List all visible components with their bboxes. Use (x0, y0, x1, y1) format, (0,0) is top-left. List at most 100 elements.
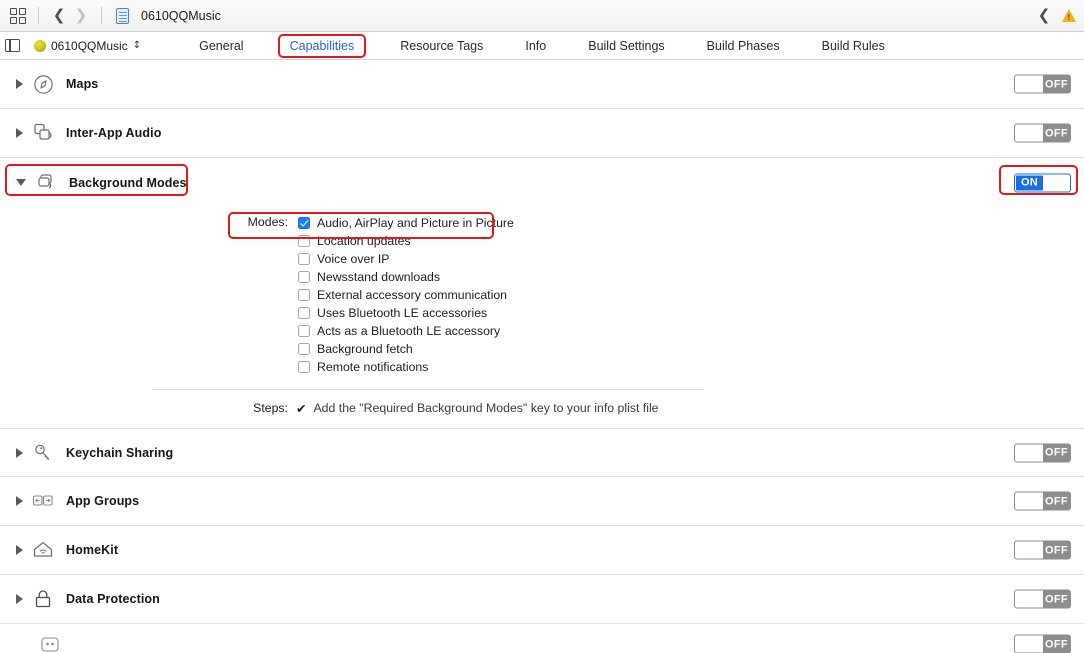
show-navigator-button[interactable] (7, 5, 29, 27)
mode-checkbox-acts-as-bluetooth-le[interactable]: Acts as a Bluetooth LE accessory (298, 322, 514, 340)
back-button[interactable]: ❮ (48, 5, 70, 27)
tab-capabilities[interactable]: Capabilities (277, 33, 367, 58)
toggle-switch[interactable]: OFF (1014, 589, 1071, 609)
toggle-switch[interactable]: OFF (1014, 634, 1071, 653)
steps-block: Steps: ✔ Add the "Required Background Mo… (0, 390, 1084, 428)
key-icon (30, 440, 56, 466)
disclosure-triangle-icon[interactable] (16, 447, 23, 458)
mode-checkbox-voice-over-ip[interactable]: Voice over IP (298, 250, 514, 268)
mode-checkbox-audio-airplay[interactable]: Audio, AirPlay and Picture in Picture (298, 214, 514, 232)
toolbar-left-group: ❮ ❯ 0610QQMusic (0, 5, 221, 27)
toggle-label: OFF (1045, 127, 1068, 139)
house-icon (30, 537, 56, 563)
hide-inspector-button[interactable]: ❮ (1033, 5, 1055, 27)
toggle-switch[interactable]: OFF (1014, 491, 1071, 511)
tab-info[interactable]: Info (515, 37, 556, 55)
checkbox-icon[interactable] (298, 289, 310, 301)
lock-icon (30, 586, 56, 612)
checkbox-icon[interactable] (298, 253, 310, 265)
disclosure-triangle-icon[interactable] (16, 496, 23, 506)
checkbox-checked-icon[interactable] (298, 217, 310, 229)
toggle-switch[interactable]: OFF (1014, 123, 1071, 143)
chevron-right-icon: ❯ (74, 6, 88, 24)
capability-toggle-background-modes[interactable]: ON (1014, 173, 1071, 192)
checkbox-icon[interactable] (298, 361, 310, 373)
compass-icon (30, 71, 56, 97)
capability-row-app-groups[interactable]: App Groups OFF (0, 477, 1084, 526)
grid-icon (10, 7, 26, 24)
disclosure-triangle-icon[interactable] (16, 179, 26, 186)
capability-toggle-app-groups[interactable]: OFF (1014, 491, 1071, 511)
toggle-knob (1015, 492, 1043, 510)
capability-toggle-data-protection[interactable]: OFF (1014, 589, 1071, 609)
forward-button[interactable]: ❯ (70, 5, 92, 27)
capability-label: HomeKit (66, 543, 119, 557)
checkbox-icon[interactable] (298, 325, 310, 337)
mode-label: Acts as a Bluetooth LE accessory (317, 324, 501, 338)
checkbox-icon[interactable] (298, 343, 310, 355)
capability-row-data-protection[interactable]: Data Protection OFF (0, 575, 1084, 624)
document-icon (115, 7, 129, 24)
background-modes-icon (33, 170, 59, 196)
capability-label: App Groups (66, 494, 140, 508)
capability-toggle-keychain-sharing[interactable]: OFF (1014, 443, 1071, 462)
toggle-label: OFF (1045, 446, 1068, 459)
disclosure-triangle-icon[interactable] (16, 79, 23, 89)
tab-general[interactable]: General (189, 37, 253, 55)
steps-text: Add the "Required Background Modes" key … (313, 401, 659, 415)
toggle-knob (1015, 541, 1043, 559)
mode-checkbox-remote-notifications[interactable]: Remote notifications (298, 358, 514, 376)
toggle-switch[interactable]: OFF (1014, 443, 1071, 462)
modes-list: Audio, AirPlay and Picture in Picture Lo… (298, 214, 514, 376)
file-icon-button[interactable] (111, 5, 133, 27)
tab-build-settings[interactable]: Build Settings (578, 37, 674, 55)
mode-label: Uses Bluetooth LE accessories (317, 306, 488, 320)
chevron-left-icon: ❮ (52, 6, 66, 24)
mode-checkbox-uses-bluetooth-le[interactable]: Uses Bluetooth LE accessories (298, 304, 514, 322)
background-modes-body: Modes: Audio, AirPlay and Picture in Pic… (0, 207, 1084, 428)
tab-resource-tags[interactable]: Resource Tags (390, 37, 493, 55)
toggle-knob (1015, 635, 1043, 653)
mode-checkbox-location-updates[interactable]: Location updates (298, 232, 514, 250)
tab-build-rules[interactable]: Build Rules (812, 37, 895, 55)
mode-label: Voice over IP (317, 252, 390, 266)
modes-block: Modes: Audio, AirPlay and Picture in Pic… (0, 207, 1084, 376)
mode-checkbox-external-accessory[interactable]: External accessory communication (298, 286, 514, 304)
capability-toggle-homekit[interactable]: OFF (1014, 540, 1071, 560)
toggle-switch[interactable]: OFF (1014, 540, 1071, 560)
capability-row-keychain-sharing[interactable]: Keychain Sharing OFF (0, 428, 1084, 477)
modes-label: Modes: (247, 215, 288, 229)
checkbox-icon[interactable] (298, 235, 310, 247)
disclosure-triangle-icon[interactable] (16, 594, 23, 604)
mode-label: Newsstand downloads (317, 270, 441, 284)
warning-triangle-icon[interactable] (1062, 9, 1076, 22)
disclosure-triangle-icon[interactable] (16, 545, 23, 555)
mode-label: Location updates (317, 234, 411, 248)
toggle-switch[interactable]: ON (1014, 173, 1071, 192)
capability-row-background-modes[interactable]: Background Modes ON (0, 158, 1084, 207)
capability-row-maps[interactable]: Maps OFF (0, 60, 1084, 109)
mode-checkbox-background-fetch[interactable]: Background fetch (298, 340, 514, 358)
checkbox-icon[interactable] (298, 307, 310, 319)
capability-row-partial[interactable]: OFF (0, 624, 1084, 653)
mode-checkbox-newsstand-downloads[interactable]: Newsstand downloads (298, 268, 514, 286)
capability-toggle-inter-app-audio[interactable]: OFF (1014, 123, 1071, 143)
toggle-switch[interactable]: OFF (1014, 74, 1071, 94)
capability-toggle-partial[interactable]: OFF (1014, 634, 1071, 653)
disclosure-triangle-icon[interactable] (16, 128, 23, 138)
capability-row-inter-app-audio[interactable]: Inter-App Audio OFF (0, 109, 1084, 158)
capability-row-homekit[interactable]: HomeKit OFF (0, 526, 1084, 575)
toggle-knob (1015, 444, 1043, 461)
tab-build-phases[interactable]: Build Phases (697, 37, 790, 55)
capability-label: Background Modes (69, 175, 187, 190)
breadcrumb[interactable]: 0610QQMusic (141, 9, 221, 23)
toggle-label: OFF (1045, 638, 1068, 650)
toolbar-separator (38, 7, 39, 24)
toggle-label: OFF (1045, 78, 1068, 90)
capability-label: Inter-App Audio (66, 126, 162, 140)
capability-toggle-maps[interactable]: OFF (1014, 74, 1071, 94)
app-groups-icon (30, 488, 56, 514)
checkbox-icon[interactable] (298, 271, 310, 283)
toggle-knob (1015, 590, 1043, 608)
chevron-left-icon: ❮ (1037, 6, 1051, 24)
